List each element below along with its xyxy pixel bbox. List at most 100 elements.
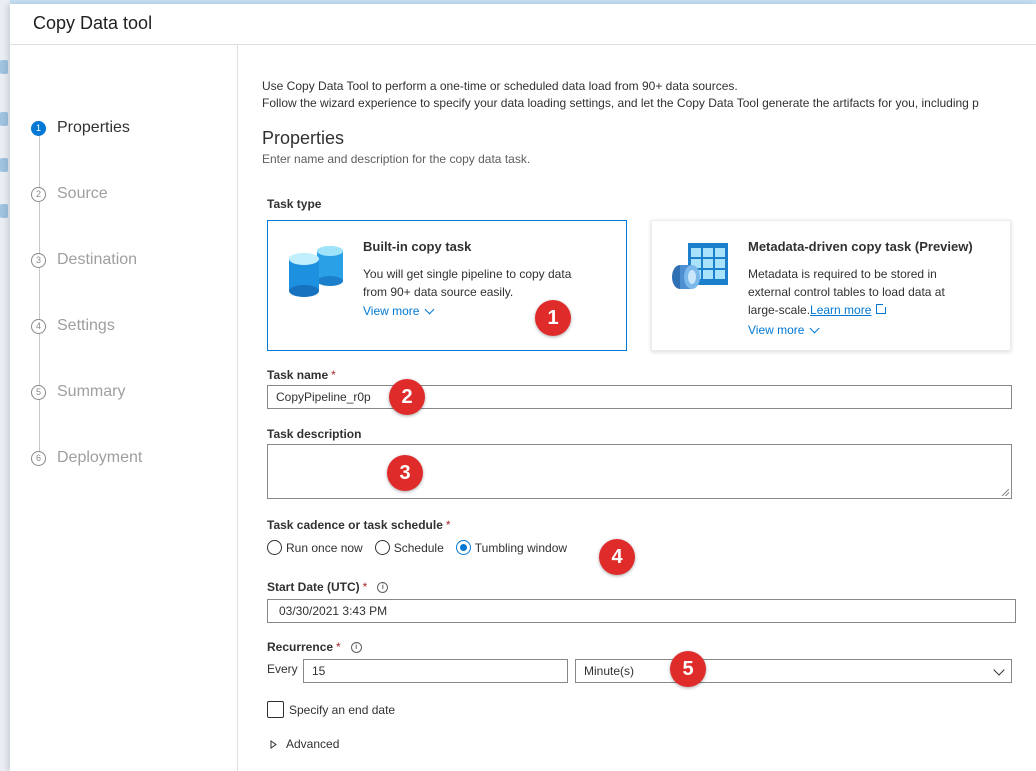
resize-grip-icon[interactable] bbox=[1002, 489, 1009, 496]
database-icon bbox=[289, 246, 343, 297]
panel-header: Copy Data tool bbox=[10, 4, 1036, 45]
end-date-checkbox-row[interactable]: Specify an end date bbox=[267, 701, 395, 718]
step-label: Source bbox=[57, 185, 108, 202]
callout-badge-2: 2 bbox=[389, 379, 425, 415]
properties-form: Use Copy Data Tool to perform a one-time… bbox=[262, 45, 1036, 771]
required-marker: * bbox=[445, 518, 451, 532]
required-marker: * bbox=[336, 640, 341, 654]
step-number: 3 bbox=[31, 252, 46, 268]
card-desc-line: external control tables to load data at bbox=[748, 285, 945, 299]
selected-unit: Minute(s) bbox=[584, 664, 635, 678]
task-description-label: Task description bbox=[267, 427, 362, 441]
task-description-textarea[interactable] bbox=[267, 444, 1012, 499]
card-desc-line: large-scale.Learn more bbox=[748, 301, 945, 319]
every-label: Every bbox=[267, 662, 298, 676]
view-more-label: View more bbox=[748, 323, 805, 337]
builtin-copy-task-card[interactable]: Built-in copy task You will get single p… bbox=[267, 220, 627, 351]
callout-badge-3: 3 bbox=[387, 455, 423, 491]
step-source[interactable]: 2 Source bbox=[31, 183, 108, 205]
card-description: You will get single pipeline to copy dat… bbox=[363, 265, 571, 301]
chevron-down-icon bbox=[993, 664, 1005, 676]
radio-label: Schedule bbox=[393, 540, 444, 555]
recurrence-unit-select[interactable]: Minute(s) bbox=[575, 659, 1012, 683]
task-name-label: Task name * bbox=[267, 368, 336, 382]
view-more-link[interactable]: View more bbox=[363, 304, 435, 318]
metadata-driven-copy-task-card[interactable]: Metadata-driven copy task (Preview) Meta… bbox=[651, 220, 1011, 351]
card-title: Metadata-driven copy task (Preview) bbox=[748, 239, 973, 254]
chevron-down-icon bbox=[425, 304, 435, 314]
card-desc-line: from 90+ data source easily. bbox=[363, 285, 514, 299]
learn-more-link[interactable]: Learn more bbox=[810, 303, 871, 317]
intro-text: Use Copy Data Tool to perform a one-time… bbox=[262, 78, 979, 112]
monitor-icon bbox=[0, 158, 8, 172]
step-label: Settings bbox=[57, 317, 115, 334]
chevron-down-icon bbox=[810, 323, 820, 333]
label-text: Task cadence or task schedule bbox=[267, 518, 443, 532]
card-desc-text: large-scale. bbox=[748, 303, 811, 317]
step-number: 4 bbox=[31, 318, 46, 334]
chevron-right-icon bbox=[270, 739, 277, 749]
wizard-steps: 1 Properties 2 Source 3 Destination 4 Se… bbox=[10, 45, 238, 771]
radio-run-once-now[interactable]: Run once now bbox=[267, 540, 363, 555]
label-text: Recurrence bbox=[267, 640, 334, 654]
radio-button[interactable] bbox=[267, 540, 282, 555]
step-destination[interactable]: 3 Destination bbox=[31, 249, 137, 271]
card-desc-line: Metadata is required to be stored in bbox=[748, 267, 937, 281]
recurrence-interval-input[interactable]: 15 bbox=[303, 659, 568, 683]
radio-schedule[interactable]: Schedule bbox=[374, 540, 444, 555]
step-summary[interactable]: 5 Summary bbox=[31, 381, 125, 403]
step-label: Properties bbox=[57, 119, 130, 136]
step-label: Deployment bbox=[57, 449, 143, 466]
label-text: Start Date (UTC) bbox=[267, 580, 360, 594]
section-title: Properties bbox=[262, 128, 345, 148]
cadence-radio-group: Run once now Schedule Tumbling window bbox=[267, 540, 579, 555]
radio-button[interactable] bbox=[374, 540, 390, 555]
step-deployment[interactable]: 6 Deployment bbox=[31, 447, 142, 469]
copy-data-tool-panel: Copy Data tool 1 Properties 2 Source 3 D… bbox=[10, 4, 1036, 771]
radio-label: Tumbling window bbox=[474, 540, 568, 555]
advanced-toggle[interactable]: Advanced bbox=[270, 737, 339, 751]
intro-line: Use Copy Data Tool to perform a one-time… bbox=[262, 79, 738, 93]
background-app-sidebar bbox=[0, 0, 10, 771]
callout-badge-1: 1 bbox=[535, 300, 571, 336]
step-number: 5 bbox=[31, 384, 46, 400]
radio-button[interactable] bbox=[455, 540, 471, 555]
task-name-input[interactable]: CopyPipeline_r0p bbox=[267, 385, 1012, 409]
card-title: Built-in copy task bbox=[363, 239, 472, 254]
required-marker: * bbox=[331, 368, 336, 382]
view-more-link[interactable]: View more bbox=[748, 323, 820, 337]
external-link-icon bbox=[876, 303, 888, 314]
required-marker: * bbox=[362, 580, 368, 594]
step-properties[interactable]: 1 Properties bbox=[31, 117, 130, 139]
start-date-label: Start Date (UTC) * i bbox=[267, 580, 389, 594]
toolbox-icon bbox=[0, 204, 8, 218]
end-date-checkbox[interactable] bbox=[267, 701, 284, 718]
card-desc-line: You will get single pipeline to copy dat… bbox=[363, 267, 572, 281]
view-more-label: View more bbox=[363, 304, 420, 318]
intro-line: Follow the wizard experience to specify … bbox=[262, 96, 979, 110]
label-text: Task name bbox=[267, 368, 329, 382]
callout-badge-4: 4 bbox=[599, 539, 635, 575]
step-settings[interactable]: 4 Settings bbox=[31, 315, 115, 337]
start-date-input[interactable]: 03/30/2021 3:43 PM bbox=[267, 599, 1016, 623]
radio-tumbling-window[interactable]: Tumbling window bbox=[455, 540, 568, 555]
step-number: 6 bbox=[31, 450, 46, 466]
task-type-label: Task type bbox=[267, 197, 322, 211]
checkbox-label: Specify an end date bbox=[289, 702, 396, 717]
step-number: 2 bbox=[31, 186, 46, 202]
cadence-label: Task cadence or task schedule * bbox=[267, 518, 451, 532]
panel-title: Copy Data tool bbox=[33, 13, 153, 33]
info-icon[interactable]: i bbox=[377, 582, 389, 594]
step-label: Destination bbox=[57, 251, 138, 268]
step-number: 1 bbox=[31, 120, 46, 136]
info-icon[interactable]: i bbox=[350, 642, 362, 654]
recurrence-label: Recurrence * i bbox=[267, 640, 362, 654]
home-icon bbox=[0, 60, 8, 74]
pencil-icon bbox=[0, 112, 8, 126]
step-label: Summary bbox=[57, 383, 126, 400]
radio-label: Run once now bbox=[286, 540, 363, 555]
advanced-label: Advanced bbox=[286, 737, 340, 751]
callout-badge-5: 5 bbox=[670, 651, 706, 687]
card-description: Metadata is required to be stored in ext… bbox=[748, 265, 945, 319]
metadata-table-icon bbox=[672, 243, 728, 289]
